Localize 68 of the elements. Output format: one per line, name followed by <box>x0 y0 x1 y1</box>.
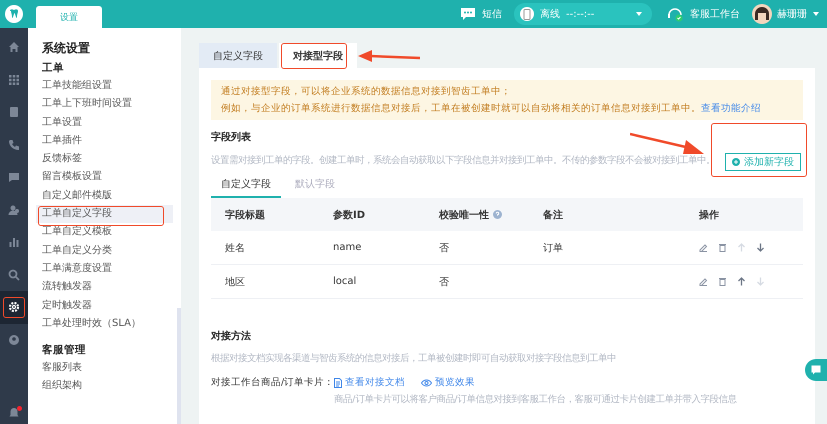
sidebar-item[interactable]: 组织架构 <box>36 377 173 396</box>
document-icon <box>334 378 342 388</box>
table-cell-text: name <box>333 242 362 253</box>
table-cell-text: 否 <box>439 242 450 254</box>
table-cell-text: local <box>333 276 358 287</box>
chat-icon <box>460 7 476 21</box>
sidebar-item[interactable]: 工单处理时效（SLA） <box>36 314 173 334</box>
highlight-frame <box>3 297 25 318</box>
column-header: 参数ID <box>333 208 366 222</box>
sidebar-title: 系统设置 <box>42 40 91 57</box>
caret-icon <box>636 12 642 16</box>
column-header: 字段标题 <box>225 208 266 222</box>
table-cell-text: 姓名 <box>225 242 246 254</box>
group-title: 工单 <box>42 61 65 76</box>
sidebar-item[interactable]: 工单自定义模板 <box>36 223 173 242</box>
plus-icon <box>732 158 740 166</box>
phone-icon <box>520 7 534 21</box>
sidebar-item[interactable]: 留言模板设置 <box>36 168 173 187</box>
tab[interactable]: 自定义字段 <box>199 43 277 68</box>
edit-icon[interactable] <box>699 277 708 286</box>
table-cell-text: 订单 <box>543 242 563 254</box>
group-title: 客服管理 <box>42 342 87 358</box>
sidebar-item[interactable]: 定时触发器 <box>36 296 173 315</box>
headset-icon <box>666 6 684 22</box>
sidebar-item[interactable]: 工单自定义字段 <box>36 205 173 224</box>
sidebar-item[interactable]: 工单设置 <box>36 114 173 132</box>
column-header: 校验唯一性 <box>439 208 543 222</box>
down-arrow-icon[interactable] <box>756 243 765 252</box>
delete-icon[interactable] <box>718 277 727 286</box>
card-label: 对接工作台商品/订单卡片： <box>211 376 334 390</box>
card-hint: 商品/订单卡片可以将客户商品/订单信息对接到客服工作台，客服可通过卡片创建工单并带入字段信息 <box>334 393 736 406</box>
sidebar-item[interactable]: 工单满意度设置 <box>36 260 173 278</box>
section-description: 设置需对接到工单的字段。创建工单时，系统会自动获取以下字段信息并对接到工单中。不传的参数字段不会被对接到工单中。 <box>211 154 715 167</box>
gear-icon[interactable] <box>0 291 28 324</box>
tab[interactable]: 对接型字段 <box>279 43 357 68</box>
column-header: 操作 <box>699 208 720 222</box>
sidebar-item[interactable]: 工单插件 <box>36 132 173 150</box>
edit-icon[interactable] <box>699 243 708 252</box>
sidebar-item[interactable]: 客服列表 <box>36 359 173 378</box>
status-timer: --:--:-- <box>566 8 594 20</box>
up-arrow-icon[interactable] <box>737 277 746 286</box>
avatar-icon <box>752 4 772 24</box>
sidebar-item[interactable]: 工单技能组设置 <box>36 77 173 96</box>
eye-icon <box>421 378 432 386</box>
sidebar-item[interactable]: 自定义邮件模版 <box>36 186 173 206</box>
docs-link[interactable]: 查看对接文档 <box>334 376 406 389</box>
chat-icon <box>811 365 821 375</box>
section-description: 根据对接文档实现各渠道与智齿系统的信息对接后，工单被创建时即可自动获取对接字段信息到工单中 <box>211 352 617 365</box>
caret-icon <box>813 12 819 16</box>
annotation-arrow <box>358 50 420 64</box>
delete-icon[interactable] <box>718 243 727 252</box>
notice-text: 例如，与企业的订单系统进行数据信息对接后，工单在被创建时就可以自动将相关的订单信息对接到工单中。 <box>221 103 701 114</box>
sidebar-item[interactable]: 工单自定义分类 <box>36 242 173 260</box>
section-title: 字段列表 <box>211 130 251 144</box>
preview-link[interactable]: 预览效果 <box>421 376 476 389</box>
status-label: 离线 <box>540 8 560 21</box>
column-header: 备注 <box>543 208 564 222</box>
sidebar-item[interactable]: 流转触发器 <box>36 278 173 297</box>
highlight-frame <box>281 43 347 69</box>
help-icon <box>493 210 502 219</box>
table-cell-text: 地区 <box>225 276 246 288</box>
sidebar-item[interactable]: 反馈标签 <box>36 150 173 168</box>
help-chat-button[interactable] <box>805 359 827 381</box>
bell-icon[interactable] <box>8 407 20 419</box>
section-title: 对接方法 <box>211 329 251 343</box>
sidebar-item[interactable]: 工单上下班时间设置 <box>36 95 173 114</box>
table-cell-text: 否 <box>439 276 450 288</box>
notice-text: 通过对接型字段，可以将企业系统的数据信息对接到智齿工单中； <box>221 85 512 99</box>
